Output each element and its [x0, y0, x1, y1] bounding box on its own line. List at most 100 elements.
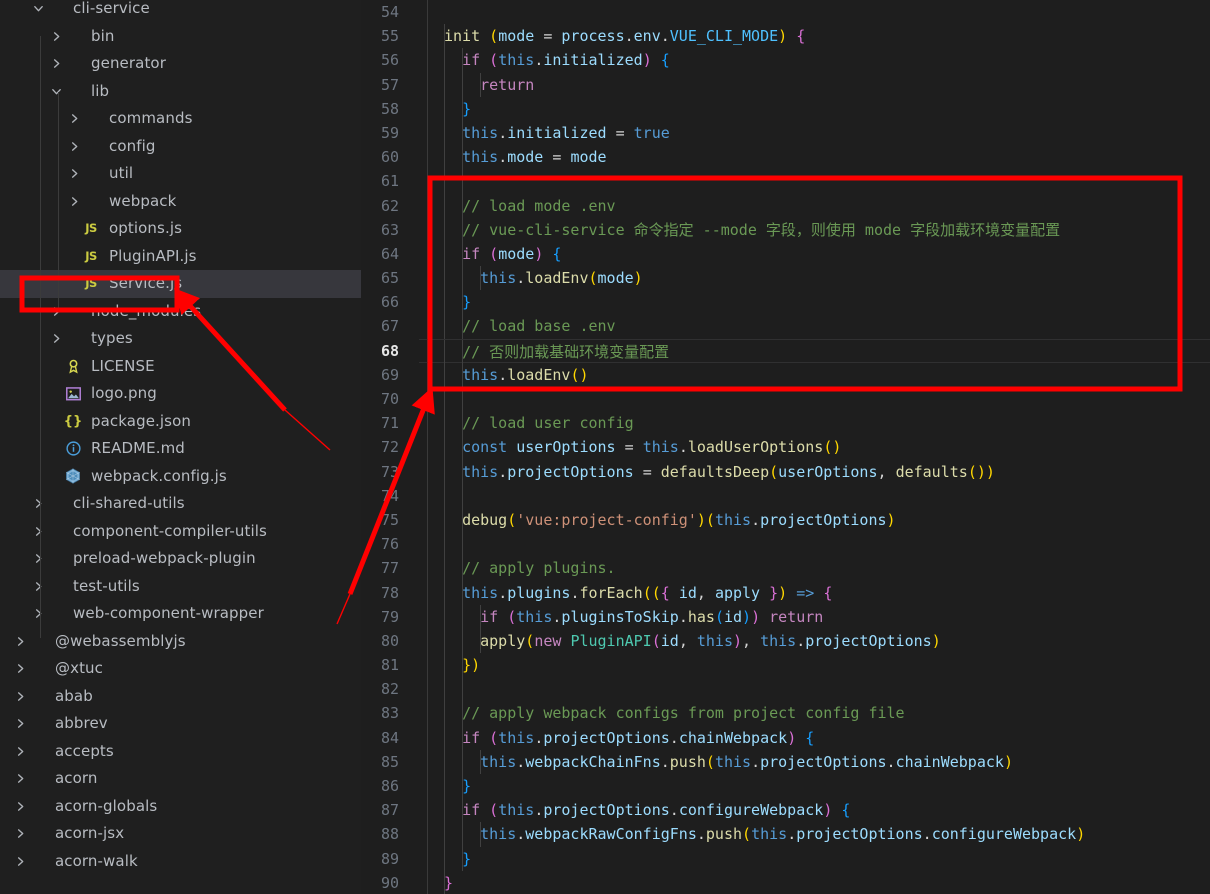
tree-item[interactable]: webpack: [0, 188, 361, 216]
code-line[interactable]: 79 if (this.pluginsToSkip.has(id)) retur…: [361, 604, 1210, 629]
line-content[interactable]: const userOptions = this.loadUserOptions…: [419, 435, 1210, 460]
line-content[interactable]: if (mode) {: [419, 241, 1210, 267]
line-content[interactable]: }: [419, 290, 1210, 315]
tree-item[interactable]: JS options.js: [0, 215, 361, 243]
chevron-right-icon[interactable]: [30, 523, 46, 539]
chevron-right-icon[interactable]: [30, 496, 46, 512]
line-content[interactable]: init (mode = process.env.VUE_CLI_MODE) {: [419, 24, 1210, 49]
line-content[interactable]: // apply plugins.: [419, 556, 1210, 581]
chevron-right-icon[interactable]: [30, 578, 46, 594]
chevron-right-icon[interactable]: [12, 826, 28, 842]
tree-item[interactable]: types: [0, 325, 361, 353]
tree-item[interactable]: README.md: [0, 435, 361, 463]
line-content[interactable]: this.loadEnv(): [419, 362, 1210, 387]
chevron-right-icon[interactable]: [12, 853, 28, 869]
line-content[interactable]: // load user config: [419, 411, 1210, 436]
code-line[interactable]: 66 }: [361, 290, 1210, 315]
chevron-right-icon[interactable]: [48, 28, 64, 44]
code-line[interactable]: 75 debug('vue:project-config')(this.proj…: [361, 507, 1210, 533]
tree-item[interactable]: node_modules: [0, 298, 361, 326]
chevron-right-icon[interactable]: [30, 551, 46, 567]
chevron-right-icon[interactable]: [12, 633, 28, 649]
line-content[interactable]: [419, 387, 1210, 412]
chevron-right-icon[interactable]: [12, 798, 28, 814]
code-line[interactable]: 84 if (this.projectOptions.chainWebpack)…: [361, 725, 1210, 750]
code-line-active[interactable]: 68 // 否则加载基础环境变量配置: [361, 338, 1210, 364]
line-content[interactable]: // load mode .env: [419, 193, 1210, 218]
chevron-right-icon[interactable]: [12, 661, 28, 677]
code-line[interactable]: 69 this.loadEnv(): [361, 362, 1210, 387]
tree-item[interactable]: commands: [0, 105, 361, 133]
code-line[interactable]: 64 if (mode) {: [361, 241, 1210, 267]
tree-item[interactable]: {} package.json: [0, 408, 361, 436]
tree-item[interactable]: LICENSE: [0, 353, 361, 381]
code-line[interactable]: 78 this.plugins.forEach(({ id, apply }) …: [361, 580, 1210, 605]
line-content[interactable]: if (this.projectOptions.configureWebpack…: [419, 798, 1210, 823]
line-content[interactable]: this.projectOptions = defaultsDeep(userO…: [419, 459, 1210, 484]
tree-item[interactable]: bin: [0, 23, 361, 51]
line-content[interactable]: if (this.projectOptions.chainWebpack) {: [419, 725, 1210, 750]
chevron-right-icon[interactable]: [12, 771, 28, 787]
tree-item[interactable]: preload-webpack-plugin: [0, 545, 361, 573]
line-content[interactable]: }): [419, 653, 1210, 678]
tree-item[interactable]: test-utils: [0, 573, 361, 601]
code-line[interactable]: 59 this.initialized = true: [361, 120, 1210, 146]
tree-item[interactable]: web-component-wrapper: [0, 600, 361, 628]
code-line[interactable]: 56 if (this.initialized) {: [361, 48, 1210, 73]
code-line[interactable]: 70: [361, 387, 1210, 412]
line-content[interactable]: this.plugins.forEach(({ id, apply }) => …: [419, 580, 1210, 605]
tree-item[interactable]: lib: [0, 78, 361, 106]
chevron-right-icon[interactable]: [48, 331, 64, 347]
code-line[interactable]: 62 // load mode .env: [361, 193, 1210, 218]
code-line[interactable]: 71 // load user config: [361, 411, 1210, 436]
code-line[interactable]: 67 // load base .env: [361, 314, 1210, 339]
code-line[interactable]: 81 }): [361, 653, 1210, 678]
code-line[interactable]: 86 }: [361, 774, 1210, 799]
code-line[interactable]: 60 this.mode = mode: [361, 145, 1210, 170]
code-line[interactable]: 83 // apply webpack configs from project…: [361, 701, 1210, 726]
code-line[interactable]: 58 }: [361, 96, 1210, 121]
line-content[interactable]: this.initialized = true: [419, 120, 1210, 146]
tree-item[interactable]: JS PluginAPI.js: [0, 243, 361, 271]
line-content[interactable]: }: [419, 774, 1210, 799]
tree-item[interactable]: acorn: [0, 765, 361, 793]
tree-item-selected[interactable]: JS Service.js: [0, 270, 361, 298]
line-content[interactable]: [419, 0, 1210, 24]
chevron-down-icon[interactable]: [30, 1, 46, 17]
chevron-right-icon[interactable]: [30, 606, 46, 622]
chevron-down-icon[interactable]: [48, 83, 64, 99]
code-editor-pane[interactable]: 54 55 init (mode = process.env.VUE_CLI_MOD…: [361, 0, 1210, 894]
chevron-right-icon[interactable]: [12, 716, 28, 732]
chevron-right-icon[interactable]: [66, 111, 82, 127]
line-content[interactable]: }: [419, 846, 1210, 871]
line-content[interactable]: [419, 169, 1210, 194]
tree-item[interactable]: config: [0, 133, 361, 161]
line-content[interactable]: [419, 677, 1210, 702]
line-content[interactable]: this.webpackChainFns.push(this.projectOp…: [419, 749, 1210, 774]
tree-item[interactable]: generator: [0, 50, 361, 78]
code-line[interactable]: 72 const userOptions = this.loadUserOpti…: [361, 435, 1210, 460]
tree-item[interactable]: @xtuc: [0, 655, 361, 683]
line-content[interactable]: [419, 532, 1210, 557]
chevron-right-icon[interactable]: [48, 56, 64, 72]
chevron-right-icon[interactable]: [12, 688, 28, 704]
chevron-right-icon[interactable]: [48, 303, 64, 319]
code-line[interactable]: 89 }: [361, 846, 1210, 871]
line-content[interactable]: if (this.pluginsToSkip.has(id)) return: [419, 604, 1210, 629]
chevron-right-icon[interactable]: [66, 166, 82, 182]
tree-item[interactable]: @webassemblyjs: [0, 628, 361, 656]
tree-item[interactable]: cli-service: [0, 0, 361, 23]
line-content[interactable]: // load base .env: [419, 314, 1210, 339]
code-line[interactable]: 74: [361, 483, 1210, 508]
line-content[interactable]: }: [419, 870, 1210, 894]
line-content[interactable]: this.webpackRawConfigFns.push(this.proje…: [419, 822, 1210, 847]
chevron-right-icon[interactable]: [66, 138, 82, 154]
line-content[interactable]: debug('vue:project-config')(this.project…: [419, 507, 1210, 533]
code-line[interactable]: 76: [361, 532, 1210, 557]
code-line[interactable]: 87 if (this.projectOptions.configureWebp…: [361, 798, 1210, 823]
line-content[interactable]: this.loadEnv(mode): [419, 266, 1210, 291]
line-content[interactable]: apply(new PluginAPI(id, this), this.proj…: [419, 628, 1210, 654]
code-line[interactable]: 57 return: [361, 72, 1210, 97]
tree-item[interactable]: abab: [0, 683, 361, 711]
code-line[interactable]: 82: [361, 677, 1210, 702]
